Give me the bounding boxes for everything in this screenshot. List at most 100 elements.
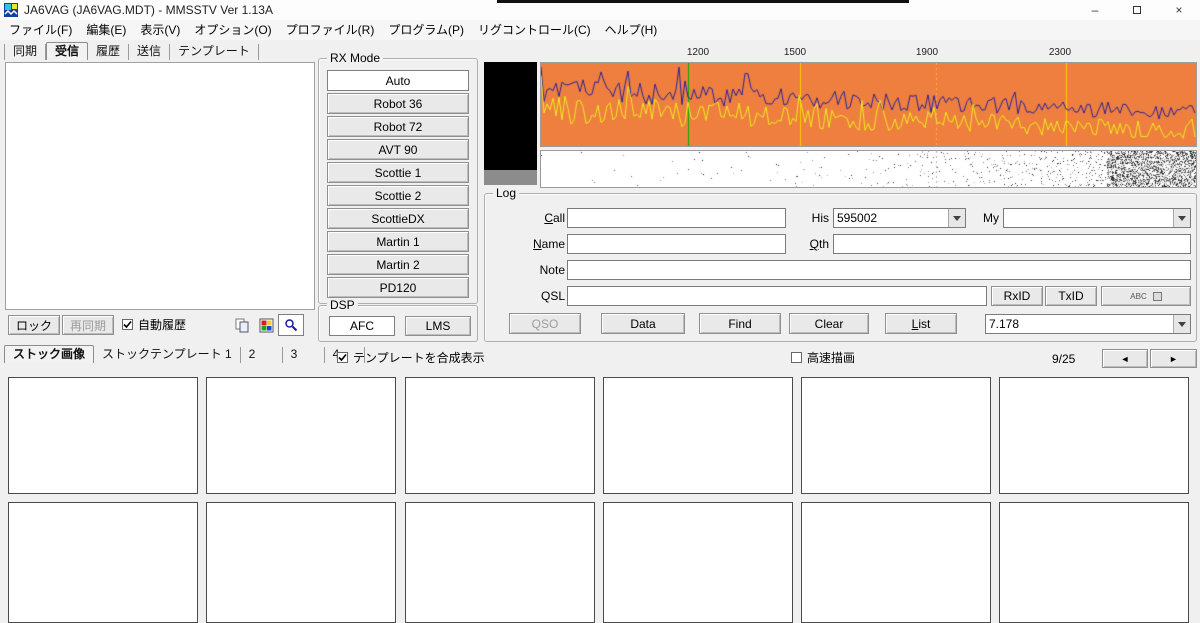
template-overlay-checkbox[interactable] <box>337 352 348 363</box>
qsl-input[interactable] <box>567 286 987 306</box>
find-button[interactable]: Find <box>699 313 781 334</box>
clear-button[interactable]: Clear <box>789 313 869 334</box>
rx-mode-scottie2-button[interactable]: Scottie 2 <box>327 185 469 206</box>
menu-program[interactable]: プログラム(P) <box>381 20 471 40</box>
his-combo-value: 595002 <box>837 211 878 225</box>
frequency-combo-value: 7.178 <box>989 317 1020 331</box>
copy-image-icon[interactable] <box>232 316 252 334</box>
list-button[interactable]: List <box>885 313 957 334</box>
tab-template[interactable]: テンプレート <box>170 44 259 60</box>
rx-mode-scottiedx-button[interactable]: ScottieDX <box>327 208 469 229</box>
tab-history[interactable]: 履歴 <box>88 44 130 60</box>
stock-image-cell[interactable] <box>801 377 991 494</box>
abc-checkbox-icon <box>1152 291 1162 301</box>
tab-stock-template-2[interactable]: 2 <box>241 347 283 363</box>
stock-image-cell[interactable] <box>603 377 793 494</box>
stock-image-cell[interactable] <box>801 502 991 623</box>
frequency-combo-dropdown-button[interactable] <box>1173 315 1190 333</box>
frequency-combo[interactable]: 7.178 <box>985 314 1191 334</box>
his-combo-dropdown-button[interactable] <box>948 209 965 227</box>
my-label: My <box>983 211 999 225</box>
next-page-button[interactable]: ► <box>1150 349 1197 368</box>
rx-mode-scottie1-label: Scottie 1 <box>374 165 422 180</box>
fast-draw-label: 高速描画 <box>807 351 856 365</box>
waterfall-panel <box>540 150 1197 188</box>
minimize-button[interactable]: – <box>1074 0 1116 20</box>
minimize-icon: – <box>1091 3 1099 17</box>
rx-mode-pd120-button[interactable]: PD120 <box>327 277 469 298</box>
tab-sync[interactable]: 同期 <box>4 44 47 60</box>
note-input[interactable] <box>567 260 1191 280</box>
spectrum-display[interactable] <box>541 63 1196 146</box>
lock-button[interactable]: ロック <box>8 315 60 335</box>
my-combo-dropdown-button[interactable] <box>1173 209 1190 227</box>
maximize-button[interactable] <box>1116 0 1158 20</box>
background-window-edge <box>497 0 909 3</box>
menu-edit[interactable]: 編集(E) <box>79 20 133 40</box>
tab-stock-template-1[interactable]: ストックテンプレート 1 <box>94 347 241 363</box>
txid-label: TxID <box>1058 289 1084 303</box>
menu-profile[interactable]: プロファイル(R) <box>279 20 382 40</box>
close-button[interactable]: × <box>1158 0 1200 20</box>
call-input[interactable] <box>567 208 786 228</box>
stock-image-cell[interactable] <box>999 502 1189 623</box>
rx-mode-scottie1-button[interactable]: Scottie 1 <box>327 162 469 183</box>
fast-draw-checkbox[interactable] <box>791 352 802 363</box>
rx-mode-robot72-button[interactable]: Robot 72 <box>327 116 469 137</box>
name-input[interactable] <box>567 234 786 254</box>
rx-mode-martin1-button[interactable]: Martin 1 <box>327 231 469 252</box>
auto-history-checkbox[interactable] <box>122 319 133 330</box>
rx-mode-martin2-button[interactable]: Martin 2 <box>327 254 469 275</box>
qso-button[interactable]: QSO <box>509 313 581 334</box>
lms-button[interactable]: LMS <box>405 316 471 336</box>
magnifier-button[interactable] <box>278 314 304 336</box>
menu-view[interactable]: 表示(V) <box>133 20 187 40</box>
window-title: JA6VAG (JA6VAG.MDT) - MMSSTV Ver 1.13A <box>24 3 273 17</box>
stock-image-cell[interactable] <box>206 377 396 494</box>
magnifier-icon <box>285 319 298 332</box>
my-combo[interactable] <box>1003 208 1191 228</box>
resync-button[interactable]: 再同期 <box>62 315 114 335</box>
arrow-left-icon: ◄ <box>1120 353 1130 364</box>
qsl-label: QSL <box>540 289 565 303</box>
menu-file[interactable]: ファイル(F) <box>2 20 79 40</box>
prev-page-button[interactable]: ◄ <box>1102 349 1148 368</box>
rx-mode-auto-label: Auto <box>385 73 411 88</box>
color-adjust-icon[interactable] <box>256 316 276 334</box>
freq-label-2300: 2300 <box>1048 47 1072 58</box>
tab-stock-images[interactable]: ストック画像 <box>4 345 95 363</box>
main-tabstrip: 同期 受信 履歴 送信 テンプレート <box>4 42 259 60</box>
arrow-right-icon: ► <box>1169 353 1178 364</box>
rx-mode-robot36-button[interactable]: Robot 36 <box>327 93 469 114</box>
stock-image-cell[interactable] <box>8 377 198 494</box>
stock-image-cell[interactable] <box>206 502 396 623</box>
stock-image-cell[interactable] <box>405 502 595 623</box>
stock-image-cell[interactable] <box>405 377 595 494</box>
rx-mode-robot36-label: Robot 36 <box>373 96 423 111</box>
rx-mode-group: RX Mode Auto Robot 36 Robot 72 AVT 90 Sc… <box>318 51 478 304</box>
his-combo[interactable]: 595002 <box>833 208 966 228</box>
data-button[interactable]: Data <box>601 313 685 334</box>
afc-button[interactable]: AFC <box>329 316 395 336</box>
signal-level-bar <box>484 170 537 185</box>
menu-help[interactable]: ヘルプ(H) <box>598 20 665 40</box>
dsp-group: DSP AFC LMS <box>318 298 478 342</box>
stock-image-cell[interactable] <box>603 502 793 623</box>
tab-stock-template-3[interactable]: 3 <box>283 347 325 363</box>
list-label: List <box>911 316 931 331</box>
freq-label-1900: 1900 <box>915 47 939 58</box>
rx-mode-avt90-button[interactable]: AVT 90 <box>327 139 469 160</box>
name-label: Name <box>532 237 565 251</box>
stock-image-cell[interactable] <box>999 377 1189 494</box>
stock-image-cell[interactable] <box>8 502 198 623</box>
tab-receive[interactable]: 受信 <box>46 42 89 60</box>
abc-text-entry-button[interactable]: ABC <box>1101 286 1191 306</box>
qth-input[interactable] <box>833 234 1191 254</box>
menu-option[interactable]: オプション(O) <box>187 20 278 40</box>
rx-mode-auto-button[interactable]: Auto <box>327 70 469 91</box>
menu-rig-control[interactable]: リグコントロール(C) <box>471 20 598 40</box>
waterfall-display[interactable] <box>541 151 1196 187</box>
rxid-button[interactable]: RxID <box>991 286 1043 306</box>
txid-button[interactable]: TxID <box>1045 286 1097 306</box>
tab-transmit[interactable]: 送信 <box>129 44 171 60</box>
